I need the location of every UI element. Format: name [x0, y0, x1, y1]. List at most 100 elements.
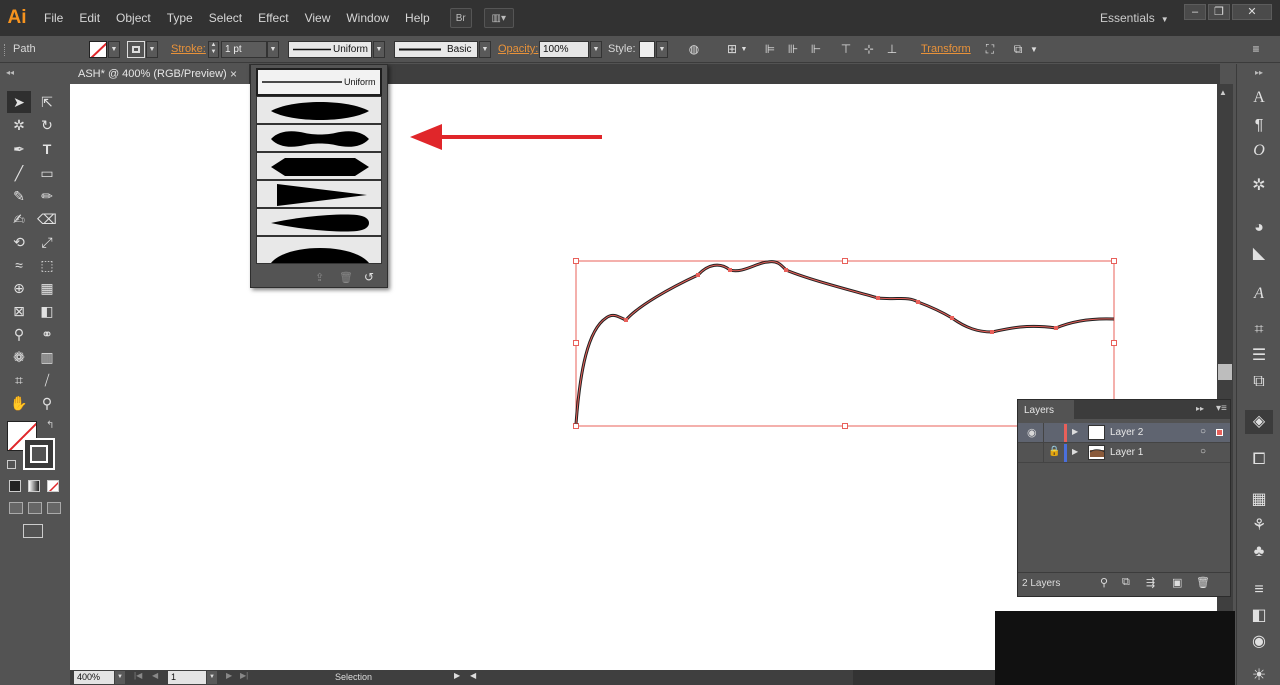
artboard-dropdown[interactable]: ▼: [207, 671, 217, 684]
layer-row-layer-1[interactable]: 🔒 ▶ Layer 1 ○: [1018, 443, 1230, 463]
mesh-tool-icon[interactable]: ⊠: [7, 300, 31, 322]
width-tool-icon[interactable]: ≈: [7, 254, 31, 276]
variable-width-profile-select[interactable]: Uniform: [288, 41, 372, 58]
align-left-icon[interactable]: ⊫: [762, 42, 778, 57]
gradient-panel-icon[interactable]: ◧: [1245, 604, 1273, 628]
width-profile-3[interactable]: [256, 152, 382, 180]
artboard-tool-icon[interactable]: ⌗: [7, 369, 31, 391]
menu-window[interactable]: Window: [338, 0, 397, 36]
align-panel-icon[interactable]: ☰: [1245, 344, 1273, 368]
menu-select[interactable]: Select: [201, 0, 250, 36]
menu-file[interactable]: File: [36, 0, 71, 36]
artboards-panel-icon[interactable]: ⌗: [1245, 318, 1273, 342]
create-sublayer-icon[interactable]: ⇶: [1146, 576, 1155, 589]
magic-wand-panel-icon[interactable]: ✲: [1245, 174, 1273, 198]
layer-name[interactable]: Layer 1: [1110, 447, 1143, 458]
perspective-grid-tool-icon[interactable]: ▦: [35, 277, 59, 299]
graphic-styles-panel-icon[interactable]: ☀: [1245, 664, 1273, 685]
lock-icon[interactable]: 🔒: [1048, 446, 1060, 457]
width-profile-1[interactable]: [256, 96, 382, 124]
symbols-panel-icon[interactable]: ♣: [1245, 540, 1273, 564]
locate-object-icon[interactable]: ⚲: [1100, 576, 1108, 589]
recolor-artwork-icon[interactable]: ◍: [686, 42, 702, 57]
opacity-field[interactable]: 100%: [539, 41, 589, 58]
bridge-button[interactable]: Br: [449, 8, 472, 28]
target-circle-icon[interactable]: ○: [1200, 426, 1206, 437]
brush-definition-select[interactable]: Basic: [394, 41, 478, 58]
graphic-style-dropdown[interactable]: ▼: [656, 41, 668, 58]
lasso-tool-icon[interactable]: ↻: [35, 114, 59, 136]
width-profile-uniform[interactable]: Uniform: [256, 68, 382, 96]
none-mode-icon[interactable]: [47, 480, 59, 492]
close-tab-icon[interactable]: ×: [230, 67, 237, 81]
layers-tab[interactable]: Layers: [1018, 400, 1074, 419]
stroke-weight-field[interactable]: 1 pt: [221, 41, 267, 58]
next-artboard-icon[interactable]: ▶: [226, 671, 232, 680]
opacity-dropdown[interactable]: ▼: [590, 41, 602, 58]
expand-arrow-icon[interactable]: ▶: [1072, 427, 1078, 436]
menu-type[interactable]: Type: [159, 0, 201, 36]
transparency-panel-icon[interactable]: ◣: [1245, 242, 1273, 266]
zoom-field[interactable]: 400%: [74, 671, 114, 684]
pen-tool-icon[interactable]: ✒: [7, 138, 31, 160]
document-tab[interactable]: ASH* @ 400% (RGB/Preview) ×: [70, 64, 250, 85]
fill-swatch[interactable]: [89, 41, 107, 58]
paragraph-panel-icon[interactable]: ¶: [1245, 114, 1273, 138]
align-right-icon[interactable]: ⊩: [808, 42, 824, 57]
scroll-thumb[interactable]: [1218, 364, 1232, 380]
gradient-tool-icon[interactable]: ◧: [35, 300, 59, 322]
menu-help[interactable]: Help: [397, 0, 438, 36]
stroke-weight-dropdown[interactable]: ▼: [267, 41, 279, 58]
menu-effect[interactable]: Effect: [250, 0, 296, 36]
blend-tool-icon[interactable]: ⚭: [35, 323, 59, 345]
stroke-panel-link[interactable]: Stroke:: [171, 43, 206, 55]
draw-normal-icon[interactable]: [9, 502, 23, 514]
toolbar-collapse-icon[interactable]: ◂◂: [6, 68, 58, 77]
symbol-sprayer-tool-icon[interactable]: ❁: [7, 346, 31, 368]
make-clipping-mask-icon[interactable]: ⧉: [1122, 576, 1130, 589]
rectangle-tool-icon[interactable]: ▭: [35, 162, 59, 184]
stroke-weight-stepper[interactable]: ▲ ▼: [208, 41, 219, 58]
previous-artboard-icon[interactable]: ◀: [152, 671, 158, 680]
rotate-tool-icon[interactable]: ⟲: [7, 231, 31, 253]
close-button[interactable]: ✕: [1232, 4, 1272, 20]
fill-dropdown[interactable]: ▼: [108, 41, 120, 58]
dock-expand-icon[interactable]: ▸▸: [1255, 68, 1263, 77]
width-profile-4[interactable]: [256, 180, 382, 208]
layers-panel-icon[interactable]: ◈: [1245, 410, 1273, 434]
column-graph-tool-icon[interactable]: ▥: [35, 346, 59, 368]
swatches-panel-icon[interactable]: ▦: [1245, 488, 1273, 512]
stroke-swatch[interactable]: [127, 41, 145, 58]
scroll-left-icon[interactable]: ◀: [470, 671, 476, 680]
type-tool-icon[interactable]: T: [35, 138, 59, 160]
appearance-panel-icon[interactable]: ◉: [1245, 630, 1273, 654]
magic-wand-tool-icon[interactable]: ✲: [7, 114, 31, 136]
screen-mode-icon[interactable]: [23, 524, 43, 538]
brushes-panel-icon[interactable]: ⚘: [1245, 514, 1273, 538]
opacity-panel-link[interactable]: Opacity:: [498, 43, 538, 55]
selection-indicator[interactable]: [1216, 429, 1223, 436]
links-panel-icon[interactable]: ⧠: [1245, 448, 1273, 472]
direct-selection-tool-icon[interactable]: ⇱: [35, 91, 59, 113]
graphic-style-swatch[interactable]: [639, 41, 655, 58]
visibility-eye-icon[interactable]: ◉: [1027, 426, 1037, 439]
gradient-mode-icon[interactable]: [28, 480, 40, 492]
create-new-layer-icon[interactable]: ▣: [1172, 576, 1182, 589]
chevron-down-icon[interactable]: ▼: [1028, 42, 1040, 57]
opentype-panel-icon[interactable]: O: [1245, 139, 1273, 163]
character-panel-icon[interactable]: A: [1245, 86, 1273, 110]
expand-arrow-icon[interactable]: ▶: [1072, 447, 1078, 456]
align-top-icon[interactable]: ⊤: [838, 42, 854, 57]
draw-inside-icon[interactable]: [47, 502, 61, 514]
transform-panel-link[interactable]: Transform: [921, 43, 971, 55]
hand-tool-icon[interactable]: ✋: [7, 392, 31, 414]
horizontal-scrollbar-track[interactable]: [853, 670, 995, 685]
first-artboard-icon[interactable]: |◀: [134, 671, 142, 680]
eraser-tool-icon[interactable]: ⌫: [35, 208, 59, 230]
swap-fill-stroke-icon[interactable]: ↰: [46, 420, 54, 431]
align-horizontal-center-icon[interactable]: ⊪: [785, 42, 801, 57]
width-profile-2[interactable]: [256, 124, 382, 152]
paintbrush-tool-icon[interactable]: ✎: [7, 185, 31, 207]
stroke-panel-icon[interactable]: ≡: [1245, 578, 1273, 602]
pathfinder-panel-icon[interactable]: ⧉: [1245, 370, 1273, 394]
